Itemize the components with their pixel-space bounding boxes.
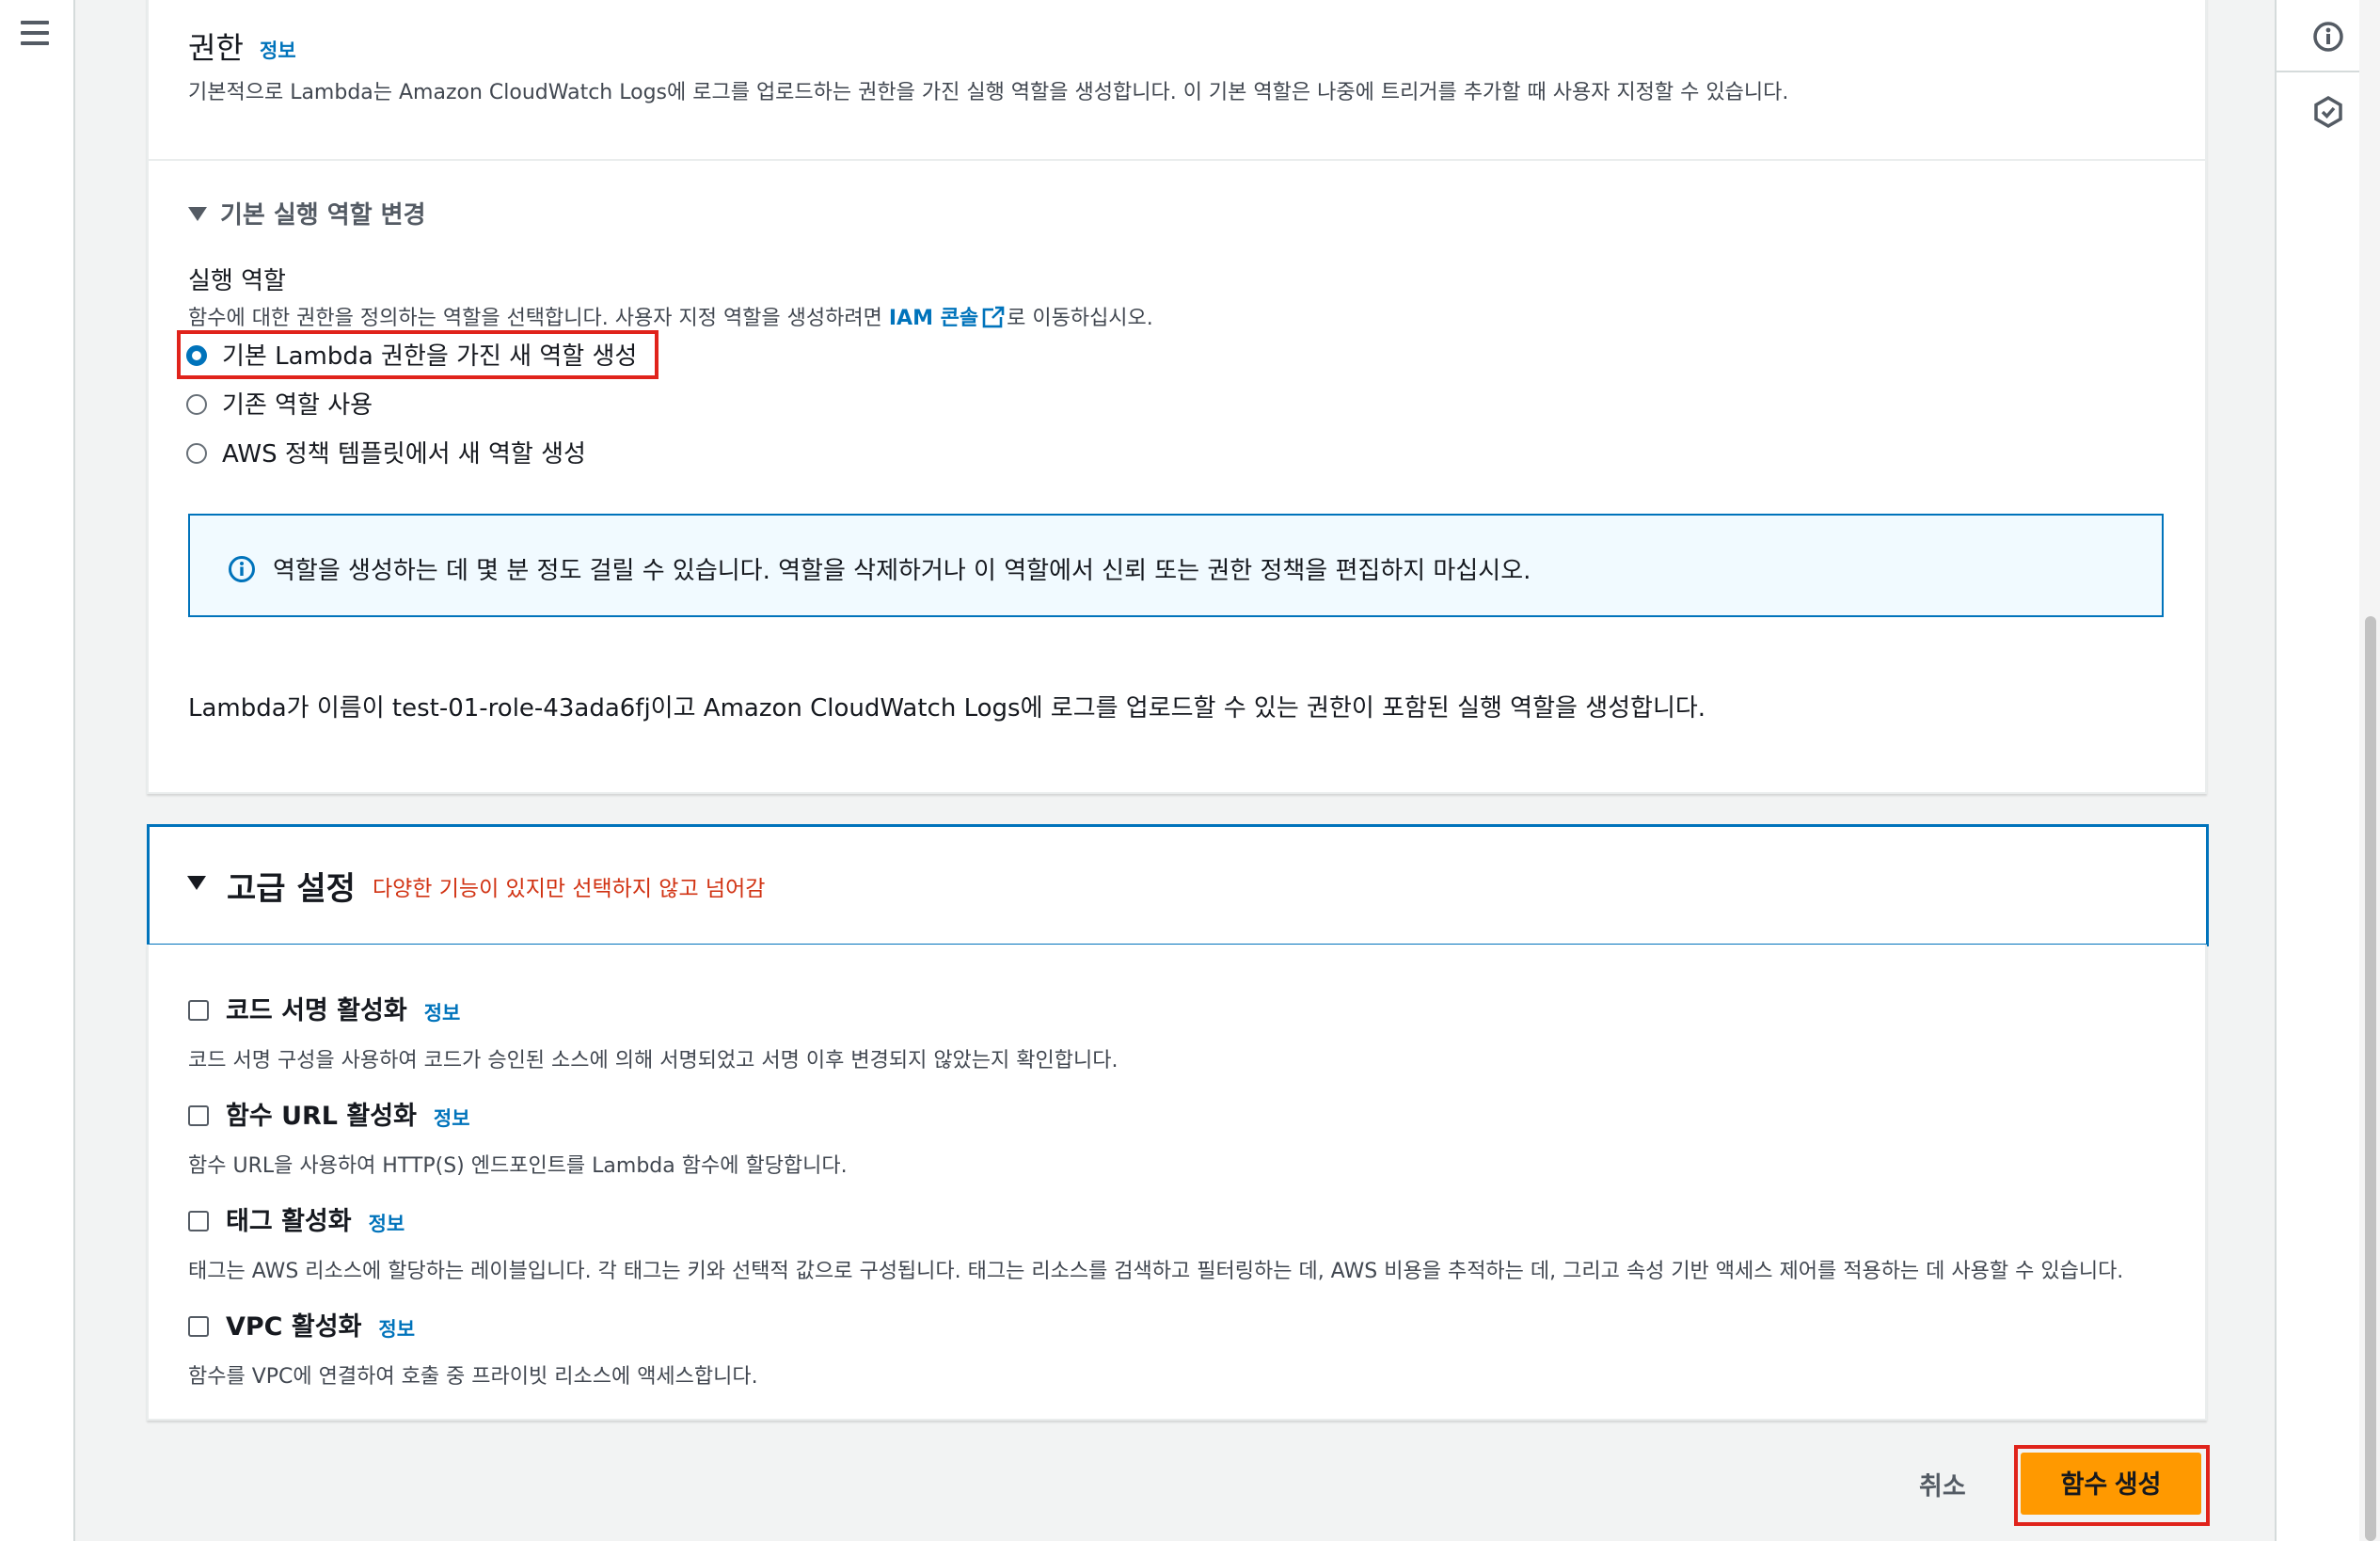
- info-link[interactable]: 정보: [424, 1002, 461, 1025]
- tags-option: 태그 활성화 정보 태그는 AWS 리소스에 할당하는 레이블입니다. 각 태그는…: [188, 1200, 2123, 1284]
- caret-down-icon: [188, 207, 207, 221]
- permissions-description: 기본적으로 Lambda는 Amazon CloudWatch Logs에 로그…: [188, 81, 1789, 104]
- caret-down-icon: [187, 876, 206, 890]
- info-circle-icon[interactable]: [2310, 19, 2346, 55]
- info-alert: 역할을 생성하는 데 몇 분 정도 걸릴 수 있습니다. 역할을 삭제하거나 이…: [188, 514, 2164, 617]
- radio-label: AWS 정책 템플릿에서 새 역할 생성: [222, 440, 586, 469]
- expander-label: 기본 실행 역할 변경: [220, 201, 426, 230]
- annotation-note: 다양한 기능이 있지만 선택하지 않고 넘어감: [372, 876, 766, 901]
- iam-console-link-label: IAM 콘솔: [888, 307, 979, 330]
- info-link[interactable]: 정보: [369, 1213, 405, 1235]
- external-link-icon: [982, 306, 1006, 328]
- execution-role-label: 실행 역할: [188, 267, 286, 295]
- radio-label: 기존 역할 사용: [222, 391, 373, 420]
- hamburger-menu-icon[interactable]: [21, 21, 49, 45]
- role-desc-before: 함수에 대한 권한을 정의하는 역할을 선택합니다. 사용자 지정 역할을 생성…: [188, 307, 882, 330]
- radio-label: 기본 Lambda 권한을 가진 새 역할 생성: [222, 342, 638, 371]
- radio-button[interactable]: [186, 442, 207, 464]
- role-summary-text: Lambda가 이름이 test-01-role-43ada6fj이고 Amaz…: [188, 694, 1706, 723]
- option-description: 태그는 AWS 리소스에 할당하는 레이블입니다. 각 태그는 키와 선택적 값…: [188, 1260, 2124, 1283]
- role-desc-after: 로 이동하십시오.: [1007, 307, 1153, 330]
- iam-console-link[interactable]: IAM 콘솔: [888, 306, 1007, 330]
- checkbox[interactable]: [188, 1104, 209, 1126]
- option-description: 코드 서명 구성을 사용하여 코드가 승인된 소스에 의해 서명되었고 서명 이…: [188, 1049, 1119, 1072]
- option-label: 함수 URL 활성화: [226, 1102, 417, 1131]
- function-url-checkbox-row[interactable]: 함수 URL 활성화 정보: [188, 1095, 848, 1132]
- radio-button[interactable]: [186, 393, 207, 415]
- vpc-option: VPC 활성화 정보 함수를 VPC에 연결하여 호출 중 프라이빗 리소스에 액…: [188, 1306, 758, 1390]
- option-description: 함수를 VPC에 연결하여 호출 중 프라이빗 리소스에 액세스합니다.: [188, 1365, 758, 1389]
- checkbox[interactable]: [188, 1315, 209, 1337]
- code-signing-option: 코드 서명 활성화 정보 코드 서명 구성을 사용하여 코드가 승인된 소스에 의…: [188, 990, 1118, 1073]
- tags-checkbox-row[interactable]: 태그 활성화 정보: [188, 1200, 2123, 1237]
- function-url-option: 함수 URL 활성화 정보 함수 URL을 사용하여 HTTP(S) 엔드포인트를…: [188, 1095, 848, 1179]
- info-circle-icon: [229, 556, 255, 582]
- scrollbar-thumb[interactable]: [2365, 616, 2376, 1541]
- radio-button-checked[interactable]: [186, 344, 207, 366]
- advanced-settings-options: 코드 서명 활성화 정보 코드 서명 구성을 사용하여 코드가 승인된 소스에 의…: [147, 945, 2207, 1421]
- permissions-info-link[interactable]: 정보: [260, 36, 296, 64]
- cancel-button[interactable]: 취소: [1919, 1466, 1966, 1502]
- advanced-settings-header: 고급 설정 다양한 기능이 있지만 선택하지 않고 넘어감: [147, 824, 2209, 946]
- left-navigation-rail: [0, 0, 75, 1541]
- vertical-scrollbar[interactable]: [2359, 0, 2380, 1541]
- option-label: VPC 활성화: [226, 1312, 362, 1342]
- radio-existing-role[interactable]: 기존 역할 사용: [186, 386, 373, 421]
- advanced-settings-expander[interactable]: 고급 설정 다양한 기능이 있지만 선택하지 않고 넘어감: [187, 863, 765, 909]
- shield-hexagon-icon[interactable]: [2310, 94, 2346, 130]
- divider: [149, 159, 2205, 161]
- option-description: 함수 URL을 사용하여 HTTP(S) 엔드포인트를 Lambda 함수에 할…: [188, 1154, 848, 1178]
- permissions-panel: 권한 정보 기본적으로 Lambda는 Amazon CloudWatch Lo…: [147, 0, 2207, 794]
- checkbox[interactable]: [188, 1210, 209, 1231]
- vpc-checkbox-row[interactable]: VPC 활성화 정보: [188, 1306, 758, 1342]
- permissions-title: 권한: [188, 30, 244, 66]
- radio-new-basic-role[interactable]: 기본 Lambda 권한을 가진 새 역할 생성: [186, 337, 637, 372]
- change-default-role-expander[interactable]: 기본 실행 역할 변경: [188, 196, 426, 230]
- option-label: 코드 서명 활성화: [226, 996, 407, 1025]
- option-label: 태그 활성화: [226, 1207, 352, 1236]
- info-link[interactable]: 정보: [434, 1107, 470, 1130]
- create-function-button[interactable]: 함수 생성: [2021, 1453, 2201, 1515]
- info-link[interactable]: 정보: [378, 1318, 415, 1341]
- execution-role-description: 함수에 대한 권한을 정의하는 역할을 선택합니다. 사용자 지정 역할을 생성…: [188, 301, 1153, 331]
- advanced-settings-title: 고급 설정: [227, 870, 356, 908]
- checkbox[interactable]: [188, 999, 209, 1021]
- code-signing-checkbox-row[interactable]: 코드 서명 활성화 정보: [188, 990, 1118, 1026]
- radio-policy-template-role[interactable]: AWS 정책 템플릿에서 새 역할 생성: [186, 435, 586, 469]
- right-tools-rail: [2275, 0, 2380, 1541]
- alert-text: 역할을 생성하는 데 몇 분 정도 걸릴 수 있습니다. 역할을 삭제하거나 이…: [273, 557, 1531, 585]
